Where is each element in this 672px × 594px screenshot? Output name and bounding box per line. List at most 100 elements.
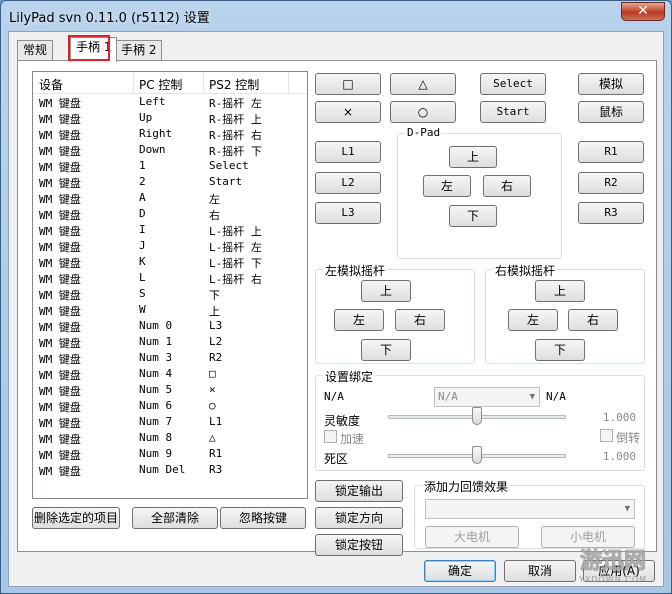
dpad-right-button[interactable]: 右 (483, 175, 531, 197)
list-item[interactable]: WM 键盘 Num 4 □ (33, 366, 307, 382)
right-stick-down-button[interactable]: 下 (535, 339, 585, 361)
turbo-checkbox[interactable] (324, 430, 337, 443)
dpad-up-button[interactable]: 上 (449, 146, 497, 168)
right-stick-up-button[interactable]: 上 (535, 280, 585, 302)
ok-button[interactable]: 确定 (424, 560, 496, 582)
cell-device: WM 键盘 (39, 193, 81, 206)
cell-pc: Left (139, 95, 166, 108)
left-stick-right-button[interactable]: 右 (395, 309, 445, 331)
column-ps2-control[interactable]: PS2 控制 (209, 76, 259, 93)
list-item[interactable]: WM 键盘 Num 9 R1 (33, 446, 307, 462)
list-item[interactable]: WM 键盘 I L-摇杆 上 (33, 222, 307, 238)
mouse-button[interactable]: 鼠标 (578, 101, 644, 123)
cross-button[interactable]: × (315, 101, 381, 123)
cell-ps2: L-摇杆 左 (209, 241, 262, 254)
left-stick-group: 左模拟摇杆 上 左 右 下 (315, 262, 475, 364)
chevron-down-icon: ▼ (624, 504, 630, 514)
list-item[interactable]: WM 键盘 1 Select (33, 158, 307, 174)
cell-ps2: R-摇杆 左 (209, 97, 262, 110)
r3-button[interactable]: R3 (578, 202, 644, 224)
left-stick-title: 左模拟摇杆 (323, 262, 388, 279)
cell-ps2: L-摇杆 下 (209, 257, 262, 270)
tab-pad-2[interactable]: 手柄 2 (115, 40, 163, 61)
binding-select[interactable]: N/A ▼ (434, 387, 540, 407)
dpad-down-button[interactable]: 下 (449, 205, 497, 227)
cell-device: WM 键盘 (39, 433, 81, 446)
cell-device: WM 键盘 (39, 353, 81, 366)
force-feedback-title: 添加力回馈效果 (422, 478, 511, 495)
cell-pc: L (139, 271, 146, 284)
column-device[interactable]: 设备 (39, 76, 63, 93)
list-item[interactable]: WM 键盘 Right R-摇杆 右 (33, 126, 307, 142)
list-item[interactable]: WM 键盘 Up R-摇杆 上 (33, 110, 307, 126)
cell-pc: W (139, 303, 146, 316)
list-item[interactable]: WM 键盘 D 右 (33, 206, 307, 222)
left-stick-down-button[interactable]: 下 (361, 339, 411, 361)
big-motor-button[interactable]: 大电机 (425, 526, 519, 548)
cell-ps2: R2 (209, 351, 223, 364)
list-item[interactable]: WM 键盘 J L-摇杆 左 (33, 238, 307, 254)
right-stick-left-button[interactable]: 左 (508, 309, 558, 331)
list-item[interactable]: WM 键盘 A 左 (33, 190, 307, 206)
sensitivity-slider-thumb[interactable] (472, 407, 482, 425)
sensitivity-value: 1.000 (602, 411, 636, 424)
cell-device: WM 键盘 (39, 225, 81, 238)
list-item[interactable]: WM 键盘 K L-摇杆 下 (33, 254, 307, 270)
clear-all-button[interactable]: 全部清除 (132, 507, 218, 529)
invert-checkbox[interactable] (600, 429, 613, 442)
close-button[interactable]: ✕ (621, 2, 665, 21)
list-item[interactable]: WM 键盘 Down R-摇杆 下 (33, 142, 307, 158)
force-feedback-select[interactable]: ▼ (425, 499, 635, 519)
list-item[interactable]: WM 键盘 Num Del R3 (33, 462, 307, 478)
cell-pc: J (139, 239, 146, 252)
list-item[interactable]: WM 键盘 Left R-摇杆 左 (33, 94, 307, 110)
list-item[interactable]: WM 键盘 Num 5 × (33, 382, 307, 398)
deadzone-slider-thumb[interactable] (472, 446, 482, 464)
triangle-button[interactable]: △ (390, 73, 456, 95)
tab-general[interactable]: 常规 (17, 40, 54, 61)
cell-pc: Down (139, 143, 166, 156)
lock-direction-button[interactable]: 锁定方向 (315, 507, 403, 529)
list-item[interactable]: WM 键盘 Num 8 △ (33, 430, 307, 446)
start-button[interactable]: Start (480, 101, 546, 123)
list-item[interactable]: WM 键盘 Num 0 L3 (33, 318, 307, 334)
list-item[interactable]: WM 键盘 Num 3 R2 (33, 350, 307, 366)
right-stick-title: 右模拟摇杆 (493, 262, 558, 279)
circle-button[interactable]: ○ (390, 101, 456, 123)
dpad-left-button[interactable]: 左 (423, 175, 471, 197)
left-stick-left-button[interactable]: 左 (334, 309, 384, 331)
right-stick-right-button[interactable]: 右 (568, 309, 618, 331)
l2-button[interactable]: L2 (315, 172, 381, 194)
close-icon: ✕ (637, 3, 649, 19)
list-item[interactable]: WM 键盘 Num 1 L2 (33, 334, 307, 350)
select-button[interactable]: Select (480, 73, 546, 95)
list-item[interactable]: WM 键盘 Num 6 ○ (33, 398, 307, 414)
l1-button[interactable]: L1 (315, 141, 381, 163)
list-item[interactable]: WM 键盘 Num 7 L1 (33, 414, 307, 430)
binding-select-value: N/A (438, 390, 458, 403)
cell-ps2: ○ (209, 399, 216, 412)
list-item[interactable]: WM 键盘 S 下 (33, 286, 307, 302)
list-item[interactable]: WM 键盘 L L-摇杆 右 (33, 270, 307, 286)
ignore-key-button[interactable]: 忽略按键 (220, 507, 306, 529)
list-item[interactable]: WM 键盘 W 上 (33, 302, 307, 318)
cell-ps2: R-摇杆 下 (209, 145, 262, 158)
r2-button[interactable]: R2 (578, 172, 644, 194)
analog-button[interactable]: 模拟 (578, 73, 644, 95)
cell-device: WM 键盘 (39, 241, 81, 254)
left-stick-up-button[interactable]: 上 (361, 280, 411, 302)
delete-selected-button[interactable]: 删除选定的项目 (32, 507, 120, 529)
lock-button-button[interactable]: 锁定按钮 (315, 534, 403, 556)
column-pc-control[interactable]: PC 控制 (139, 76, 182, 93)
binding-list[interactable]: 设备 PC 控制 PS2 控制 WM 键盘 Left R-摇杆 左 WM 键盘 Up R-… (32, 71, 308, 499)
square-button[interactable]: □ (315, 73, 381, 95)
settings-window: LilyPad svn 0.11.0 (r5112) 设置 ✕ 常规 手柄 1 … (0, 0, 672, 594)
tab-pad-1[interactable]: 手柄 1 (70, 37, 118, 62)
l3-button[interactable]: L3 (315, 202, 381, 224)
lock-output-button[interactable]: 锁定输出 (315, 480, 403, 502)
cell-device: WM 键盘 (39, 465, 81, 478)
title-bar[interactable]: LilyPad svn 0.11.0 (r5112) 设置 ✕ (1, 1, 671, 31)
list-item[interactable]: WM 键盘 2 Start (33, 174, 307, 190)
r1-button[interactable]: R1 (578, 141, 644, 163)
cell-ps2: × (209, 383, 216, 396)
